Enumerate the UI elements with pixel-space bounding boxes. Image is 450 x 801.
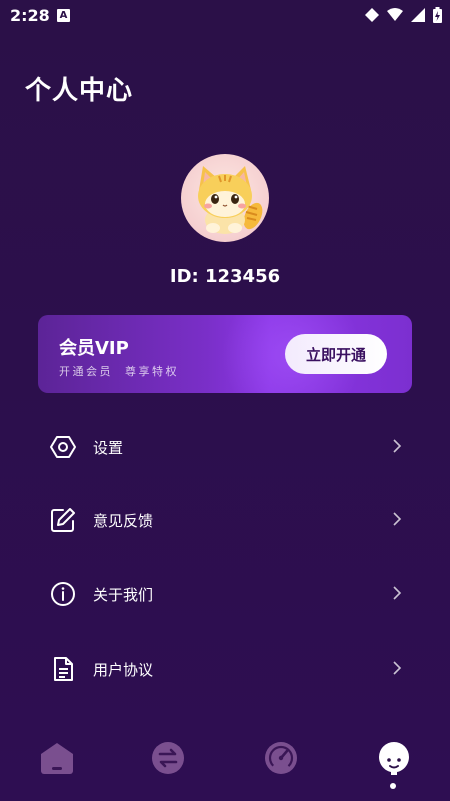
feedback-edit-icon (51, 508, 75, 532)
nav-profile[interactable] (374, 738, 414, 778)
chevron-right-icon (393, 439, 402, 453)
page-title: 个人中心 (25, 76, 134, 106)
signal-icon (365, 8, 379, 22)
open-vip-button[interactable]: 立即开通 (285, 334, 387, 374)
menu-item-settings[interactable]: 设置 (38, 422, 412, 472)
menu-label: 用户协议 (93, 660, 154, 679)
user-id: ID: 123456 (169, 266, 281, 287)
menu-label: 意见反馈 (93, 511, 154, 530)
speed-gauge-icon (265, 742, 297, 774)
notification-badge-icon: A (57, 9, 70, 22)
vip-card[interactable]: 会员VIP 开通会员 尊享特权 立即开通 (38, 315, 412, 393)
document-icon (54, 657, 73, 681)
vip-subtitle: 开通会员 尊享特权 (59, 365, 179, 378)
nav-speed[interactable] (261, 738, 301, 778)
avatar[interactable] (181, 154, 269, 242)
battery-charging-icon (433, 7, 442, 23)
status-time: 2:28 (10, 6, 50, 25)
nav-convert[interactable] (148, 738, 188, 778)
menu-label: 关于我们 (93, 585, 154, 604)
active-indicator-dot (390, 783, 396, 789)
profile-face-icon (379, 742, 409, 775)
cellular-icon (411, 8, 425, 22)
chevron-right-icon (393, 512, 402, 526)
status-icons (365, 7, 442, 23)
cat-avatar-icon (198, 166, 263, 234)
home-icon (41, 743, 73, 774)
menu-item-user-agreement[interactable]: 用户协议 (38, 644, 412, 694)
menu-item-about[interactable]: 关于我们 (38, 569, 412, 619)
settings-hexagon-icon (50, 436, 76, 458)
chevron-right-icon (393, 661, 402, 675)
convert-icon (152, 742, 184, 774)
chevron-right-icon (393, 586, 402, 600)
status-bar: 2:28 A (0, 0, 450, 32)
info-icon (51, 582, 75, 606)
wifi-icon (387, 8, 403, 21)
vip-title: 会员VIP (59, 338, 129, 359)
menu-label: 设置 (93, 438, 124, 457)
bottom-nav (0, 730, 450, 801)
nav-home[interactable] (37, 738, 77, 778)
menu-item-feedback[interactable]: 意见反馈 (38, 495, 412, 545)
